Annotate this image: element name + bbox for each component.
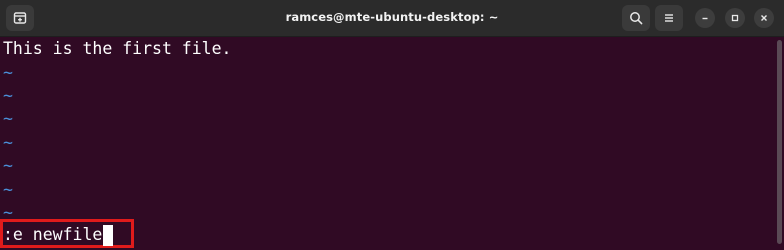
search-icon: [630, 12, 643, 25]
empty-line-tilde: ~: [3, 180, 13, 199]
empty-line-tilde: ~: [3, 156, 13, 175]
minimize-icon: [702, 17, 708, 20]
terminal-window: ramces@mte-ubuntu-desktop: ~ This is the…: [0, 0, 784, 250]
close-icon: [761, 15, 767, 21]
hamburger-menu-icon: [665, 14, 673, 22]
search-button[interactable]: [622, 5, 650, 31]
text-cursor: [103, 224, 114, 246]
scrollbar[interactable]: [777, 40, 782, 244]
maximize-button[interactable]: [725, 8, 745, 28]
maximize-icon: [731, 14, 739, 22]
minimize-button[interactable]: [695, 8, 715, 28]
buffer-line: This is the first file.: [3, 39, 232, 58]
close-button[interactable]: [754, 8, 774, 28]
title-bar: ramces@mte-ubuntu-desktop: ~: [0, 0, 784, 37]
empty-line-tilde: ~: [3, 109, 13, 128]
menu-button[interactable]: [655, 5, 683, 31]
command-line[interactable]: :e newfile: [3, 224, 114, 246]
empty-line-tilde: ~: [3, 63, 13, 82]
empty-line-tilde: ~: [3, 133, 13, 152]
empty-line-tilde: ~: [3, 86, 13, 105]
command-text: :e newfile: [3, 225, 103, 244]
